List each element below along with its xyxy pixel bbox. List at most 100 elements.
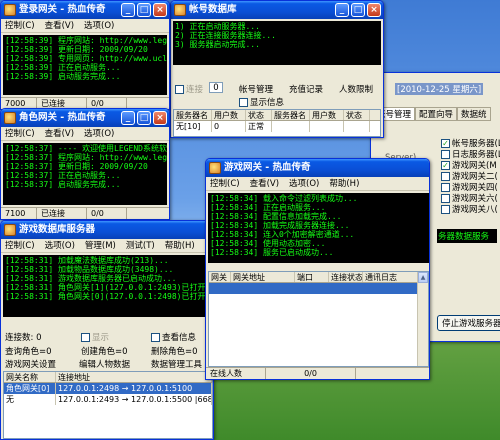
minimize-button[interactable]: _ xyxy=(121,111,135,125)
column-header[interactable]: 连接地址 xyxy=(56,372,212,382)
server-checkbox[interactable]: 日志服务器(L xyxy=(441,148,500,160)
menu-item[interactable]: 控制(C) xyxy=(5,19,35,32)
scroll-up-icon[interactable]: ▲ xyxy=(418,272,428,283)
tab-player-limit[interactable]: 人数限制 xyxy=(339,83,373,95)
column-header[interactable]: 状态 xyxy=(246,110,272,120)
menu-item[interactable]: 控制(C) xyxy=(5,127,35,140)
login-log: [12:58:39] 程序网站: http://www.legend2.[12:… xyxy=(3,35,167,95)
tab-account-manage[interactable]: 帐号管理 xyxy=(239,83,273,95)
column-header[interactable]: 连接状态 xyxy=(329,272,363,282)
view-info-check[interactable]: 查看信息 xyxy=(151,331,196,343)
checkbox-icon xyxy=(441,150,450,159)
column-header[interactable]: 网关地址 xyxy=(231,272,295,282)
table-cell: 正常 xyxy=(246,121,272,132)
close-button[interactable]: × xyxy=(367,3,381,17)
menu-item[interactable]: 帮助(H) xyxy=(165,239,195,252)
log-line: [12:58:34] 连入0个加密解密通道... xyxy=(210,230,355,239)
server-checkbox[interactable]: 游戏网关八( xyxy=(441,203,500,215)
window-title: 游戏数据库服务器 xyxy=(19,224,96,235)
server-checkbox[interactable]: 帐号服务器(L xyxy=(441,137,500,149)
table-row[interactable]: 无[10] 0 正常 xyxy=(174,121,380,132)
window-title: 登录网关 - 热血传奇 xyxy=(19,4,106,15)
log-line: [12:58:31] 加载魔法数据库成功(213)... xyxy=(5,256,169,265)
menu-item[interactable]: 测试(T) xyxy=(126,239,155,252)
table-header: 网关 网关地址 端口 连接状态 通讯日志 xyxy=(209,272,428,283)
column-header[interactable]: 服务器名 xyxy=(272,110,310,120)
column-header[interactable]: 服务器名 xyxy=(174,110,212,120)
tab-wizard[interactable]: 配置向导 xyxy=(415,107,458,121)
data-tool-button[interactable]: 数据管理工具 xyxy=(151,358,202,370)
table-cell: 角色网关[0] xyxy=(4,383,56,394)
server-checkbox[interactable]: 游戏网关(M xyxy=(441,159,500,171)
char-gate-titlebar[interactable]: 角色网关 - 热血传奇 _ □ × xyxy=(1,109,169,127)
table-row[interactable]: 无 127.0.0.1:2493 → 127.0.0.1:5500 |668/0/… xyxy=(4,394,212,405)
online-count: 0/0 xyxy=(266,368,356,379)
menu-item[interactable]: 控制(C) xyxy=(5,239,35,252)
menu-item[interactable]: 帮助(H) xyxy=(329,177,359,190)
menu-item[interactable]: 查看(V) xyxy=(250,177,279,190)
table-body: 角色网关[0] 127.0.0.1:2498 → 127.0.0.1:5100 无 1… xyxy=(4,383,212,405)
log-line: [12:58:34] 加载完成服务器连接... xyxy=(210,221,350,230)
game-gate-titlebar[interactable]: 游戏网关 - 热血传奇 xyxy=(206,159,429,177)
gate-log: [12:58:34] 载入命令过滤列表成功... [12:58:34] 正在启动服… xyxy=(208,193,429,263)
game-db-titlebar[interactable]: 游戏数据库服务器 xyxy=(1,221,213,239)
menu-item[interactable]: 查看(V) xyxy=(45,127,74,140)
minimize-button[interactable]: _ xyxy=(121,3,135,17)
maximize-button[interactable]: □ xyxy=(137,111,151,125)
column-header[interactable]: 状态 xyxy=(344,110,370,120)
column-header[interactable]: 端口 xyxy=(295,272,329,282)
table-cell xyxy=(344,121,370,132)
port-field[interactable]: 0 xyxy=(209,82,223,93)
server-checkbox[interactable]: 游戏网关四( xyxy=(441,181,500,193)
status-connection: 已连接 xyxy=(37,208,87,219)
login-gate-titlebar[interactable]: 登录网关 - 热血传奇 _ □ × xyxy=(1,1,169,19)
column-header[interactable]: 通讯日志 xyxy=(363,272,419,282)
menu-item[interactable]: 控制(C) xyxy=(210,177,240,190)
server-checkbox[interactable]: 游戏网关六( xyxy=(441,192,500,204)
menu-bar: 控制(C) 查看(V) 选项(O) xyxy=(1,127,169,141)
log-line: 2) 正在连接服务器连接... xyxy=(175,31,276,40)
tab-recharge[interactable]: 充值记录 xyxy=(289,83,323,95)
log-line: [12:58:39] 启动服务完成... xyxy=(5,72,121,81)
server-checkbox[interactable]: 游戏网关二( xyxy=(441,170,500,182)
table-body: 无[10] 0 正常 xyxy=(174,121,380,132)
scrollbar[interactable]: ▲ xyxy=(417,272,428,366)
table-cell: 无 xyxy=(4,394,56,405)
query-char-count: 查询角色=0 xyxy=(5,347,52,357)
display-check[interactable]: 显示 xyxy=(81,331,109,343)
close-button[interactable]: × xyxy=(153,111,167,125)
table-header: 网关名称 连接地址 xyxy=(4,372,212,383)
account-db-titlebar[interactable]: 帐号数据库 _ □ × xyxy=(171,1,383,19)
menu-item[interactable]: 选项(O) xyxy=(45,239,75,252)
menu-item[interactable]: 管理(M) xyxy=(85,239,116,252)
stop-server-button[interactable]: 停止游戏服务器 xyxy=(437,315,500,331)
log-line: [12:58:37] ---- 欢迎使用LEGEND系统软件---- xyxy=(5,144,167,153)
maximize-button[interactable]: □ xyxy=(137,3,151,17)
connect-check[interactable]: 连接 xyxy=(175,83,203,95)
menu-item[interactable]: 选项(O) xyxy=(289,177,319,190)
table-cell: 127.0.0.1:2498 → 127.0.0.1:5100 xyxy=(56,383,212,394)
menu-item[interactable]: 选项(O) xyxy=(84,19,114,32)
close-button[interactable]: × xyxy=(153,3,167,17)
app-icon xyxy=(4,4,16,16)
column-header[interactable]: 用户数 xyxy=(212,110,246,120)
gate-settings-button[interactable]: 游戏网关设置 xyxy=(5,358,56,370)
column-header[interactable]: 网关 xyxy=(209,272,231,282)
show-info-check[interactable]: 显示信息 xyxy=(239,96,284,108)
delete-char-count: 删除角色=0 xyxy=(151,347,198,357)
column-header[interactable]: 用户数 xyxy=(310,110,344,120)
table-row-selected[interactable] xyxy=(209,283,428,294)
window-title: 游戏网关 - 热血传奇 xyxy=(224,162,311,173)
column-header[interactable]: 网关名称 xyxy=(4,372,56,382)
menu-item[interactable]: 选项(O) xyxy=(84,127,114,140)
edit-char-button[interactable]: 编辑人物数据 xyxy=(79,358,130,370)
minimize-button[interactable]: _ xyxy=(335,3,349,17)
table-row[interactable]: 角色网关[0] 127.0.0.1:2498 → 127.0.0.1:5100 xyxy=(4,383,212,394)
maximize-button[interactable]: □ xyxy=(351,3,365,17)
table-cell xyxy=(272,121,310,132)
menu-item[interactable]: 查看(V) xyxy=(45,19,74,32)
app-icon xyxy=(174,4,186,16)
tab-stats[interactable]: 数据统 xyxy=(457,107,491,121)
checkbox-icon xyxy=(151,333,160,342)
checkbox-icon xyxy=(441,194,450,203)
